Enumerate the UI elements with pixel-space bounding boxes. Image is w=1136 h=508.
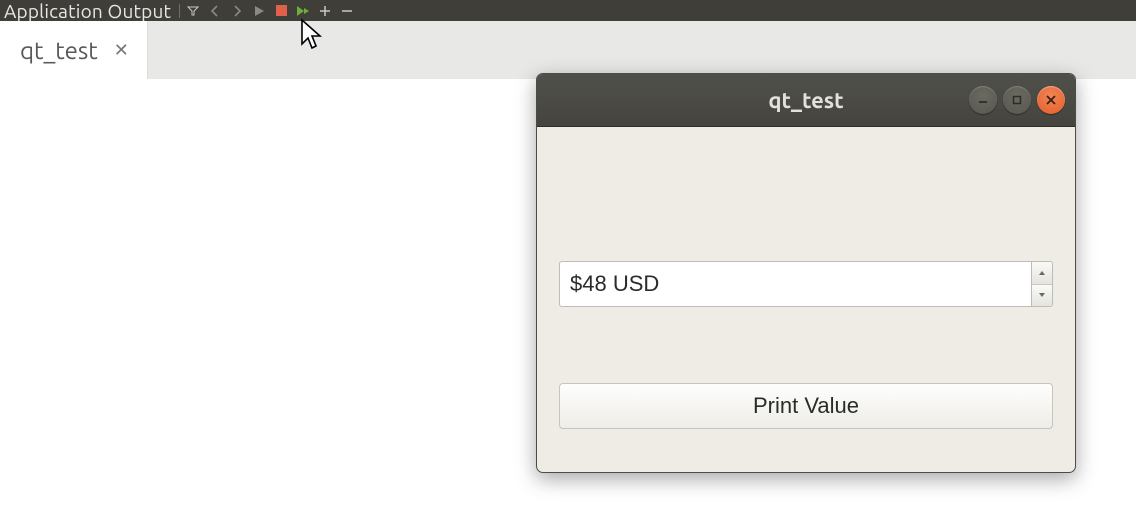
- tab-label: qt_test: [20, 37, 98, 64]
- close-button[interactable]: [1037, 86, 1065, 114]
- minimize-button[interactable]: [969, 86, 997, 114]
- window-body: Print Value: [537, 127, 1075, 451]
- next-icon[interactable]: [230, 4, 244, 18]
- currency-spinbox: [559, 261, 1053, 307]
- prev-icon[interactable]: [208, 4, 222, 18]
- spinbox-up-button[interactable]: [1032, 262, 1052, 285]
- print-value-button[interactable]: Print Value: [559, 383, 1053, 429]
- window-titlebar[interactable]: qt_test: [537, 74, 1075, 127]
- window-title: qt_test: [768, 88, 843, 113]
- tab-qt-test[interactable]: qt_test ✕: [0, 21, 148, 79]
- stop-icon[interactable]: [274, 4, 288, 18]
- output-toolbar-icons: [186, 4, 354, 18]
- run-all-icon[interactable]: [296, 4, 310, 18]
- run-icon[interactable]: [252, 4, 266, 18]
- tab-close-icon[interactable]: ✕: [114, 41, 129, 59]
- ide-output-toolbar: Application Output: [0, 0, 1136, 21]
- currency-spinbox-input[interactable]: [559, 261, 1031, 307]
- spinbox-buttons: [1031, 261, 1053, 307]
- output-panel-title: Application Output: [4, 0, 171, 22]
- separator: [179, 4, 180, 18]
- qt-test-window: qt_test Print Value: [536, 73, 1076, 473]
- spinbox-down-button[interactable]: [1032, 285, 1052, 307]
- output-tab-strip: qt_test ✕: [0, 21, 1136, 79]
- zoom-out-icon[interactable]: [340, 4, 354, 18]
- maximize-button[interactable]: [1003, 86, 1031, 114]
- zoom-in-icon[interactable]: [318, 4, 332, 18]
- filter-icon[interactable]: [186, 4, 200, 18]
- window-controls: [969, 86, 1065, 114]
